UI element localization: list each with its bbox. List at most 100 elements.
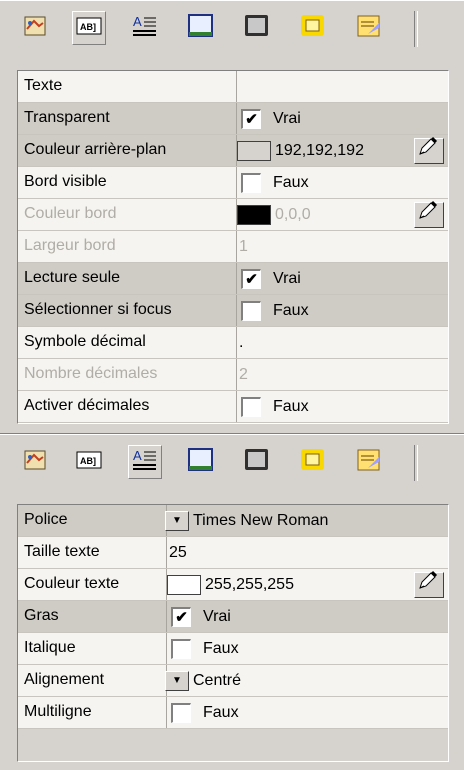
property-value-text: Faux <box>203 703 239 721</box>
property-row[interactable]: Lecture seule ✔ Vrai <box>18 263 448 295</box>
property-value-text: Faux <box>203 639 239 657</box>
property-value-text: Faux <box>273 173 309 191</box>
color-swatch[interactable] <box>167 574 201 595</box>
property-row[interactable]: Largeur bord 1 <box>18 231 448 263</box>
property-value-text: 0,0,0 <box>275 205 311 223</box>
property-row[interactable]: Couleur arrière-plan 192,192,192 <box>18 135 448 167</box>
color-picker-button[interactable] <box>414 136 444 164</box>
note-icon <box>356 448 382 477</box>
property-value[interactable]: ✔ Vrai <box>231 263 448 294</box>
property-value[interactable]: Faux <box>231 295 448 326</box>
property-value[interactable]: . <box>231 327 448 358</box>
window-tab-button[interactable] <box>240 11 274 45</box>
property-value[interactable]: 0,0,0 <box>231 199 448 230</box>
property-value-text: Vrai <box>203 607 231 625</box>
property-row[interactable]: Multiligne Faux <box>18 697 448 729</box>
text-format-tab-button[interactable]: A <box>128 445 162 479</box>
button-icon <box>300 14 326 43</box>
eyedropper-icon <box>418 200 440 231</box>
text-format-tab-button[interactable]: A <box>128 11 162 45</box>
property-row[interactable]: Texte <box>18 71 448 103</box>
top-toolbar: AB] A <box>0 0 464 55</box>
top-property-grid: Texte Transparent ✔ Vrai Couleur arrière-pla… <box>17 70 449 424</box>
property-value[interactable]: 255,255,255 <box>161 569 448 600</box>
note-tab-button[interactable] <box>352 11 386 45</box>
color-picker-button[interactable] <box>414 570 444 598</box>
checkmark-icon: ✔ <box>245 270 258 288</box>
property-row[interactable]: Activer décimales Faux <box>18 391 448 423</box>
chevron-down-icon: ▼ <box>172 674 182 686</box>
property-row[interactable]: Alignement ▼ Centré <box>18 665 448 697</box>
checkmark-icon: ✔ <box>245 110 258 128</box>
property-value-text: 255,255,255 <box>205 575 294 593</box>
property-row[interactable]: Bord visible Faux <box>18 167 448 199</box>
property-label: Symbole décimal <box>18 327 237 358</box>
property-value[interactable]: ✔ Vrai <box>161 601 448 632</box>
property-value[interactable]: ▼ Centré <box>161 665 448 696</box>
button-tab-button[interactable] <box>296 445 330 479</box>
checkbox[interactable]: ✔ <box>171 606 191 627</box>
chevron-down-icon: ▼ <box>172 514 182 526</box>
property-label: Lecture seule <box>18 263 237 294</box>
property-value[interactable]: Faux <box>161 633 448 664</box>
checkbox[interactable] <box>241 300 261 321</box>
frame-tab-button[interactable] <box>184 11 218 45</box>
checkbox[interactable] <box>171 702 191 723</box>
property-value[interactable]: 1 <box>231 231 448 262</box>
property-row[interactable]: Gras ✔ Vrai <box>18 601 448 633</box>
property-row[interactable]: Sélectionner si focus Faux <box>18 295 448 327</box>
color-picker-button[interactable] <box>414 200 444 231</box>
property-value[interactable]: ▼ Times New Roman <box>161 505 448 536</box>
note-icon <box>356 14 382 43</box>
toolbar-separator <box>414 11 418 47</box>
property-row[interactable]: Police ▼ Times New Roman <box>18 505 448 537</box>
property-row[interactable]: Transparent ✔ Vrai <box>18 103 448 135</box>
frame-icon <box>188 447 214 477</box>
checkbox[interactable] <box>241 396 261 417</box>
color-swatch[interactable] <box>237 204 271 225</box>
dropdown-button[interactable]: ▼ <box>165 510 189 531</box>
property-value[interactable]: 192,192,192 <box>231 135 448 166</box>
property-row[interactable]: Taille texte 25 <box>18 537 448 569</box>
textfield-icon: AB] <box>76 450 102 475</box>
color-swatch[interactable] <box>237 140 271 161</box>
property-row[interactable]: Couleur bord 0,0,0 <box>18 199 448 231</box>
frame-tab-button[interactable] <box>184 445 218 479</box>
object-icon <box>22 449 48 476</box>
textfield-tab-button[interactable]: AB] <box>72 11 106 45</box>
property-label: Sélectionner si focus <box>18 295 237 326</box>
property-label: Activer décimales <box>18 391 237 422</box>
object-tab-button[interactable] <box>18 11 52 45</box>
button-icon <box>300 448 326 477</box>
checkbox[interactable] <box>171 638 191 659</box>
window-tab-button[interactable] <box>240 445 274 479</box>
textfield-tab-button[interactable]: AB] <box>72 445 106 479</box>
frame-icon <box>188 13 214 43</box>
property-value[interactable]: ✔ Vrai <box>231 103 448 134</box>
property-label: Police <box>18 505 167 536</box>
property-row[interactable]: Symbole décimal. <box>18 327 448 359</box>
property-value[interactable] <box>231 71 448 102</box>
button-tab-button[interactable] <box>296 11 330 45</box>
bottom-property-panel: AB] A Police ▼ Times New Roman Taille texte 2… <box>0 433 464 770</box>
property-row[interactable]: Couleur texte 255,255,255 <box>18 569 448 601</box>
property-label: Italique <box>18 633 167 664</box>
property-row[interactable]: Nombre décimales 2 <box>18 359 448 391</box>
checkbox[interactable]: ✔ <box>241 268 261 289</box>
property-value[interactable]: Faux <box>161 697 448 728</box>
property-value-text: Times New Roman <box>193 511 329 529</box>
note-tab-button[interactable] <box>352 445 386 479</box>
property-label: Transparent <box>18 103 237 134</box>
property-value-text: Faux <box>273 301 309 319</box>
property-label: Bord visible <box>18 167 237 198</box>
object-tab-button[interactable] <box>18 445 52 479</box>
text-format-icon: A <box>132 448 158 477</box>
checkbox[interactable] <box>241 172 261 193</box>
property-value[interactable]: 2 <box>231 359 448 390</box>
property-value[interactable]: Faux <box>231 167 448 198</box>
property-value[interactable]: Faux <box>231 391 448 422</box>
property-value[interactable]: 25 <box>161 537 448 568</box>
dropdown-button[interactable]: ▼ <box>165 670 189 691</box>
property-row[interactable]: Italique Faux <box>18 633 448 665</box>
checkbox[interactable]: ✔ <box>241 108 261 129</box>
